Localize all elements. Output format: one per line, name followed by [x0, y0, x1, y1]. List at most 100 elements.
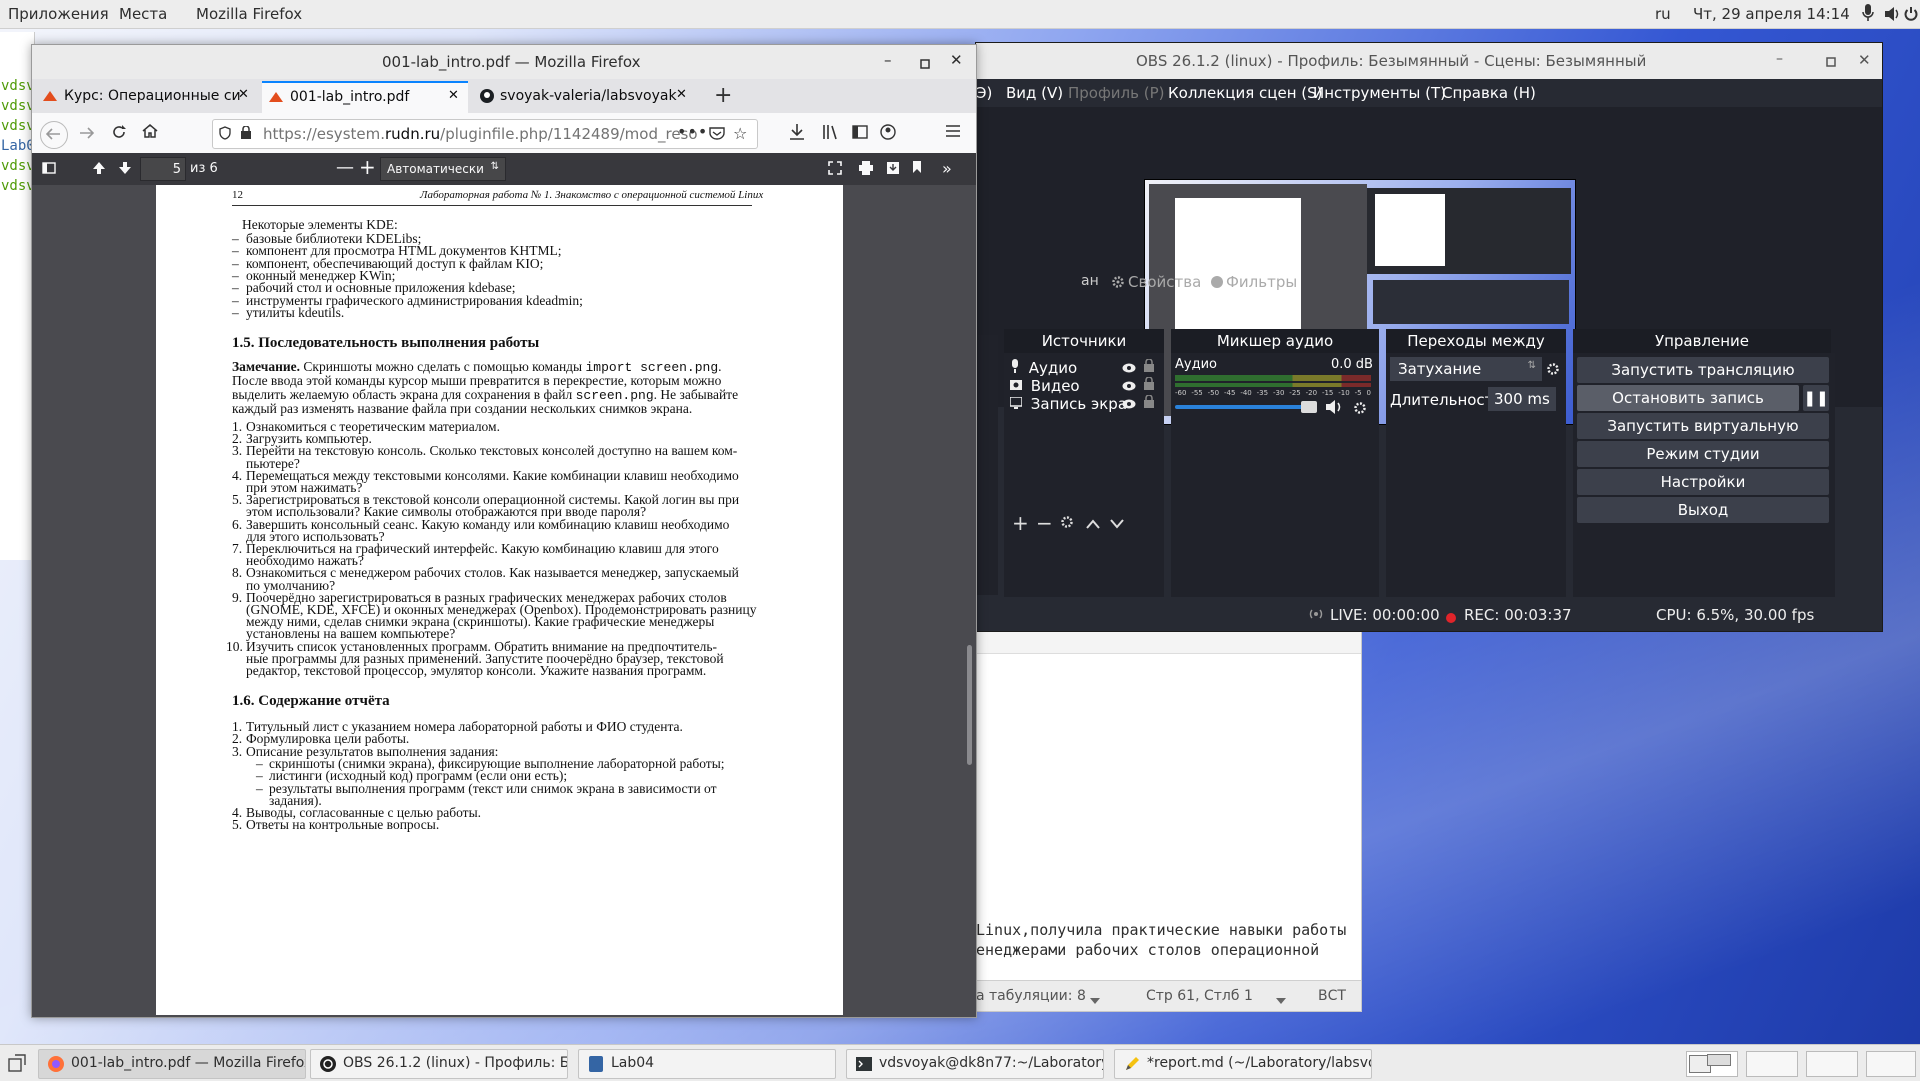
close-tab-icon[interactable]: ✕ — [448, 88, 459, 103]
close-icon[interactable]: ✕ — [950, 51, 963, 69]
lock-icon[interactable] — [1144, 376, 1154, 394]
zoom-select[interactable]: Автоматически ⇅ — [380, 157, 506, 181]
pocket-icon[interactable] — [709, 126, 725, 144]
start-streaming-button[interactable]: Запустить трансляцию — [1577, 357, 1829, 383]
account-icon[interactable] — [880, 124, 896, 144]
bookmark-icon[interactable] — [912, 160, 922, 178]
maximize-icon[interactable] — [920, 55, 930, 73]
firefox-titlebar[interactable]: 001-lab_intro.pdf — Mozilla Firefox – ✕ — [32, 45, 976, 79]
save-icon[interactable] — [886, 161, 900, 179]
keyboard-layout-indicator[interactable]: ru — [1655, 5, 1671, 23]
cursor-position[interactable]: Стр 61, Стлб 1 — [1146, 988, 1253, 1004]
filters-button[interactable]: Фильтры — [1226, 273, 1297, 291]
chevron-down-icon[interactable] — [1276, 992, 1286, 1008]
obs-window[interactable]: OBS 26.1.2 (linux) - Профиль: Безымянный… — [975, 42, 1883, 632]
background-terminal-window[interactable]: vdsv vdsv vdsv Lab0 vdsv vdsv — [0, 32, 35, 560]
presentation-mode-icon[interactable] — [828, 161, 842, 179]
task-terminal[interactable]: vdsvoyak@dk8n77:~/Laboratory/l... — [846, 1049, 1104, 1079]
volume-slider-handle[interactable] — [1301, 401, 1317, 413]
remove-source-button[interactable]: − — [1036, 511, 1053, 535]
url-bar[interactable]: https://esystem.rudn.ru/pluginfile.php/1… — [212, 119, 758, 149]
reload-icon[interactable] — [112, 125, 126, 143]
add-source-button[interactable]: + — [1012, 511, 1029, 535]
close-tab-icon[interactable]: ✕ — [676, 87, 687, 102]
transition-select[interactable]: Затухание ⇅ — [1390, 357, 1542, 381]
applications-menu[interactable]: Приложения — [8, 5, 109, 23]
gear-icon[interactable] — [1111, 275, 1125, 293]
lock-icon[interactable] — [1144, 394, 1154, 412]
places-menu[interactable]: Места — [119, 5, 167, 23]
menu-help[interactable]: Справка (H) — [1442, 84, 1536, 102]
editor-text-line[interactable]: Linux,получила практические навыки работ… — [976, 921, 1346, 939]
next-page-icon[interactable] — [118, 161, 132, 179]
menu-profile[interactable]: Профиль (P) — [1068, 84, 1165, 102]
selected-scene-label[interactable]: ан — [1081, 273, 1099, 289]
exit-button[interactable]: Выход — [1577, 497, 1829, 523]
lock-icon[interactable] — [1144, 358, 1154, 376]
pdf-page[interactable]: 12 Лабораторная работа № 1. Знакомство с… — [156, 185, 843, 1015]
move-up-icon[interactable] — [1086, 517, 1100, 533]
source-video[interactable]: Видео — [1010, 377, 1080, 395]
volume-slider[interactable] — [1175, 405, 1315, 409]
workspace-4[interactable] — [1866, 1051, 1916, 1077]
properties-button[interactable]: Свойства — [1128, 273, 1201, 291]
eye-icon[interactable] — [1122, 361, 1136, 377]
page-actions-icon[interactable]: ••• — [677, 122, 708, 141]
page-number-input[interactable]: 5 — [140, 157, 186, 181]
bookmark-star-icon[interactable]: ☆ — [733, 124, 747, 143]
power-icon[interactable] — [1904, 6, 1918, 26]
start-virtual-camera-button[interactable]: Запустить виртуальную камеру — [1577, 413, 1829, 461]
download-icon[interactable] — [790, 124, 804, 144]
url-text[interactable]: https://esystem.rudn.ru/pluginfile.php/1… — [263, 125, 698, 143]
new-tab-button[interactable]: + — [714, 83, 732, 108]
menu-view[interactable]: Вид (V) — [1006, 84, 1063, 102]
chevron-down-icon[interactable] — [1090, 992, 1100, 1008]
obs-titlebar[interactable]: OBS 26.1.2 (linux) - Профиль: Безымянный… — [976, 43, 1882, 79]
gear-icon[interactable] — [1060, 515, 1074, 533]
task-obs[interactable]: OBS 26.1.2 (linux) - Профиль: Без... — [310, 1049, 568, 1079]
duration-input[interactable]: 300 ms — [1488, 387, 1556, 411]
move-down-icon[interactable] — [1110, 517, 1124, 533]
zoom-out-button[interactable]: — — [336, 157, 354, 178]
library-icon[interactable] — [822, 124, 838, 144]
print-icon[interactable] — [858, 161, 874, 179]
filter-icon[interactable] — [1210, 275, 1224, 293]
tab-github[interactable]: svoyak-valeria/labsvoyak ✕ — [474, 81, 694, 113]
show-desktop-icon[interactable] — [8, 1054, 26, 1076]
task-editor[interactable]: *report.md (~/Laboratory/labsvoy... — [1114, 1049, 1372, 1079]
zoom-in-button[interactable]: + — [359, 155, 376, 179]
pause-recording-button[interactable]: ❚❚ — [1803, 385, 1829, 411]
minimize-icon[interactable]: – — [884, 51, 892, 69]
workspace-1[interactable] — [1686, 1051, 1738, 1077]
editor-text-line[interactable]: енеджерами рабочих столов операционной — [976, 941, 1319, 959]
text-editor-window[interactable]: Linux,получила практические навыки работ… — [975, 620, 1362, 1012]
close-tab-icon[interactable]: ✕ — [238, 87, 249, 102]
home-icon[interactable] — [142, 124, 158, 142]
maximize-icon[interactable] — [1826, 53, 1836, 71]
source-screen-capture[interactable]: Запись экра — [1009, 395, 1127, 413]
source-audio[interactable]: Аудио — [1010, 359, 1077, 377]
task-files[interactable]: Lab04 — [578, 1049, 836, 1079]
gear-icon[interactable] — [1353, 401, 1367, 419]
clock[interactable]: Чт, 29 апреля 14:14 — [1693, 5, 1850, 23]
speaker-icon[interactable] — [1325, 399, 1345, 419]
studio-mode-button[interactable]: Режим студии — [1577, 441, 1829, 467]
scrollbar-thumb[interactable] — [967, 645, 972, 765]
volume-icon[interactable] — [1884, 6, 1900, 26]
gear-icon[interactable] — [1546, 362, 1560, 380]
stop-recording-button[interactable]: Остановить запись — [1577, 385, 1799, 411]
eye-icon[interactable] — [1122, 379, 1136, 395]
pdf-viewer[interactable]: 12 Лабораторная работа № 1. Знакомство с… — [32, 185, 976, 1017]
menu-tools[interactable]: Инструменты (T) — [1313, 84, 1446, 102]
workspace-3[interactable] — [1806, 1051, 1858, 1077]
menu-scene-collection[interactable]: Коллекция сцен (S) — [1168, 84, 1323, 102]
previous-page-icon[interactable] — [92, 161, 106, 179]
menu-edit[interactable]: Э) — [976, 84, 992, 102]
sidebar-icon[interactable] — [852, 125, 868, 143]
settings-button[interactable]: Настройки — [1577, 469, 1829, 495]
tab-width-selector[interactable]: а табуляции: 8 — [976, 988, 1086, 1004]
firefox-window[interactable]: 001-lab_intro.pdf — Mozilla Firefox – ✕ … — [31, 44, 977, 1018]
toggle-sidebar-icon[interactable] — [42, 162, 56, 178]
task-firefox[interactable]: 001-lab_intro.pdf — Mozilla Firefox — [38, 1049, 306, 1079]
lock-icon[interactable] — [241, 125, 251, 143]
